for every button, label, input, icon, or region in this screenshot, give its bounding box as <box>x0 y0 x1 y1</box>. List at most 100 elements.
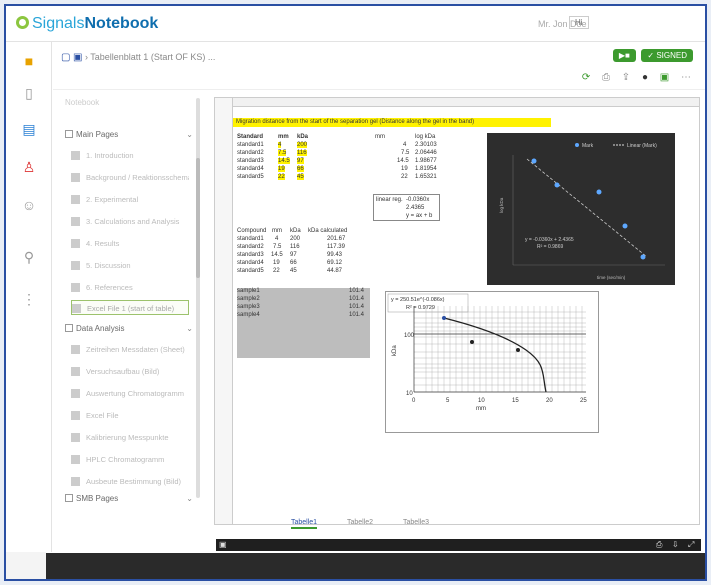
table-cell[interactable]: standard3 <box>237 158 264 164</box>
header-cell[interactable]: Compound <box>237 228 266 234</box>
table-cell[interactable]: 4 <box>278 142 282 148</box>
table-cell[interactable]: standard1 <box>237 236 264 242</box>
people-icon[interactable]: ☺ <box>20 196 38 214</box>
header-cell[interactable]: mm <box>272 228 282 234</box>
sample-value[interactable]: 101.4 <box>349 304 364 310</box>
table-cell[interactable]: 19 <box>273 260 280 266</box>
sidebar-item[interactable]: Zeitreihen Messdaten (Sheet) <box>71 342 189 357</box>
tab-tabelle2[interactable]: Tabelle2 <box>347 519 373 526</box>
chevron-down-icon[interactable]: ⌄ <box>186 130 193 139</box>
app-logo[interactable]: SignalsNotebook <box>16 15 158 33</box>
sidebar-item[interactable]: 4. Results <box>71 236 189 251</box>
table-cell[interactable]: 66 <box>297 166 304 172</box>
sample-label[interactable]: sample1 <box>237 288 260 294</box>
header-cell[interactable]: mm <box>375 134 385 140</box>
section-main-pages[interactable]: Main Pages ⌄ <box>65 130 193 144</box>
scrollbar-thumb[interactable] <box>196 158 200 278</box>
sample-label[interactable]: sample3 <box>237 304 260 310</box>
table-cell[interactable]: 116 <box>290 244 300 250</box>
refresh-icon[interactable]: ⟳ <box>582 72 590 83</box>
sidebar-item[interactable]: 2. Experimental <box>71 192 189 207</box>
notebook-icon[interactable]: ▤ <box>20 120 38 138</box>
table-cell[interactable]: 14.5 <box>397 158 409 164</box>
header-cell[interactable]: kDa <box>290 228 301 234</box>
section-data-analysis[interactable]: Data Analysis ⌄ <box>65 324 193 338</box>
chevron-down-icon[interactable]: ⌄ <box>186 324 193 333</box>
table-cell[interactable]: standard2 <box>237 150 264 156</box>
sidebar-item[interactable]: Ausbeute Bestimmung (Bild) <box>71 474 189 489</box>
table-cell[interactable]: 14.5 <box>278 158 290 164</box>
sidebar-item[interactable]: Kalibrierung Messpunkte <box>71 430 189 445</box>
table-cell[interactable]: 2.30103 <box>415 142 437 148</box>
sidebar-item-selected[interactable]: Excel File 1 (start of table) <box>71 300 189 315</box>
header-cell[interactable]: Standard <box>237 134 263 140</box>
linear-regression-box[interactable]: linear reg. -0.0360x 2.4365 y = ax + b <box>373 194 440 221</box>
table-cell[interactable]: 1.98677 <box>415 158 437 164</box>
table-cell[interactable]: 97 <box>290 252 297 258</box>
table-cell[interactable]: 22 <box>401 174 408 180</box>
table-cell[interactable]: 7.5 <box>278 150 287 156</box>
sidebar-item[interactable]: Versuchsaufbau (Bild) <box>71 364 189 379</box>
table-cell[interactable]: 45 <box>297 174 304 180</box>
header-cell[interactable]: log kDa <box>415 134 435 140</box>
sidebar-item[interactable]: 6. References <box>71 280 189 295</box>
sample-value[interactable]: 101.4 <box>349 312 364 318</box>
table-cell[interactable]: 1.81954 <box>415 166 437 172</box>
table-cell[interactable]: 97 <box>297 158 304 164</box>
settings-icon[interactable]: ⋮ <box>20 290 38 308</box>
section-smb-pages[interactable]: SMB Pages ⌄ <box>65 494 193 508</box>
sidebar-item[interactable]: Auswertung Chromatogramm <box>71 386 189 401</box>
table-cell[interactable]: standard4 <box>237 166 264 172</box>
table-cell[interactable]: 7.5 <box>273 244 281 250</box>
sample-value[interactable]: 101.4 <box>349 288 364 294</box>
table-cell[interactable]: 4 <box>403 142 406 148</box>
table-cell[interactable]: 19 <box>278 166 285 172</box>
sample-label[interactable]: sample2 <box>237 296 260 302</box>
table-cell[interactable]: 14.5 <box>271 252 283 258</box>
table-cell[interactable]: 201.67 <box>327 236 345 242</box>
table-cell[interactable]: 200 <box>297 142 308 148</box>
sidebar-item[interactable]: 1. Introduction <box>71 148 189 163</box>
table-cell[interactable]: 66 <box>290 260 297 266</box>
more-icon[interactable]: ⋯ <box>681 72 691 83</box>
sample-label[interactable]: sample4 <box>237 312 260 318</box>
sidebar-item[interactable]: 5. Discussion <box>71 258 189 273</box>
table-cell[interactable]: standard3 <box>237 252 264 258</box>
fullscreen-icon[interactable]: ⤢ <box>688 540 694 550</box>
sample-value[interactable]: 101.4 <box>349 296 364 302</box>
header-cell[interactable]: kDa calculated <box>308 228 347 234</box>
table-cell[interactable]: 7.5 <box>401 150 409 156</box>
table-cell[interactable]: standard2 <box>237 244 264 250</box>
tab-tabelle1[interactable]: Tabelle1 <box>291 519 318 529</box>
header-cell[interactable]: kDa <box>297 134 308 140</box>
regression-chart[interactable]: Mark Linear (Mark) y = -0.0360x + 2.4365… <box>487 133 675 285</box>
table-cell[interactable]: 22 <box>278 174 285 180</box>
run-button[interactable]: ▶■ <box>612 49 636 62</box>
download-icon[interactable]: ⇩ <box>672 540 679 549</box>
table-cell[interactable]: 99.43 <box>327 252 342 258</box>
table-cell[interactable]: 4 <box>275 236 278 242</box>
signed-button[interactable]: ✓ SIGNED <box>641 49 693 62</box>
excel-icon[interactable]: ▣ <box>219 540 227 549</box>
document-icon[interactable]: ▯ <box>20 84 38 102</box>
sidebar-item[interactable]: HPLC Chromatogramm <box>71 452 189 467</box>
breadcrumb[interactable]: ▢ ▣ › Tabellenblatt 1 (Start OF KS) ... <box>61 52 215 63</box>
table-cell[interactable]: 2.06446 <box>415 150 437 156</box>
search-icon[interactable]: ⚲ <box>20 248 38 266</box>
highlighted-banner-cell[interactable]: Migration distance from the start of the… <box>233 118 551 127</box>
semilog-chart[interactable]: y = 250.51e^(-0.086x) R² = 0.9729 100 10… <box>385 291 599 433</box>
table-cell[interactable]: standard4 <box>237 260 264 266</box>
header-cell[interactable]: mm <box>278 134 289 140</box>
table-cell[interactable]: 117.39 <box>327 244 345 250</box>
table-cell[interactable]: 200 <box>290 236 300 242</box>
table-cell[interactable]: standard5 <box>237 174 264 180</box>
share-icon[interactable]: ⇪ <box>622 72 630 83</box>
help-button[interactable]: Hi <box>569 16 589 29</box>
tab-tabelle3[interactable]: Tabelle3 <box>403 519 429 526</box>
table-cell[interactable]: 22 <box>273 268 280 274</box>
table-cell[interactable]: 1.65321 <box>415 174 437 180</box>
sidebar-item[interactable]: 3. Calculations and Analysis <box>71 214 189 229</box>
home-icon[interactable]: ■ <box>20 52 38 70</box>
table-cell[interactable]: 44.87 <box>327 268 342 274</box>
user-icon[interactable]: ● <box>642 72 648 83</box>
